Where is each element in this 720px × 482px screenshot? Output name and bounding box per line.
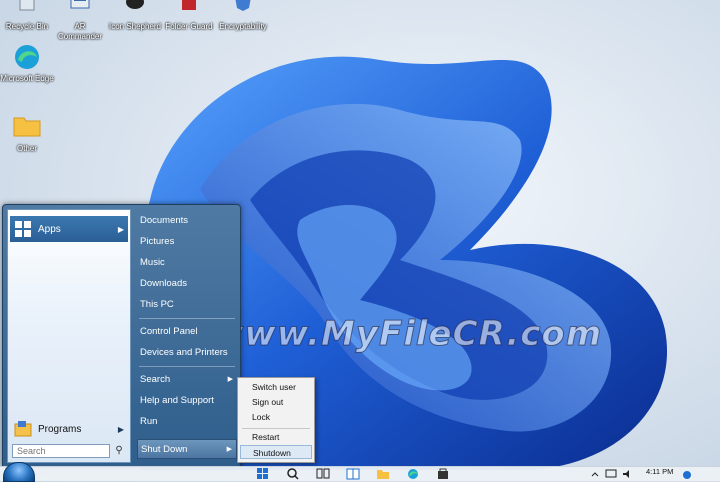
windows-tiles-icon xyxy=(14,220,32,238)
search-icon[interactable] xyxy=(286,468,300,480)
desktop-icon-ar-commander[interactable]: AR Commander xyxy=(53,0,107,42)
desktop-icon-folder-guard[interactable]: Folder Guard xyxy=(162,0,216,32)
menu-item-help-support[interactable]: Help and Support xyxy=(137,391,237,411)
menu-item-this-pc[interactable]: This PC xyxy=(137,295,237,315)
desktop-icon-label: AR Commander xyxy=(57,22,102,41)
monitor-icon[interactable] xyxy=(604,468,618,480)
menu-item-documents[interactable]: Documents xyxy=(137,211,237,231)
menu-item-music[interactable]: Music xyxy=(137,253,237,273)
desktop-icon-label: Microsoft Edge xyxy=(0,74,54,83)
recycle-bin-icon xyxy=(12,0,42,20)
chevron-right-icon: ▶ xyxy=(226,446,232,453)
start-menu-right-pane: Documents Pictures Music Downloads This … xyxy=(133,205,239,467)
speaker-icon[interactable] xyxy=(620,468,634,480)
task-view-icon[interactable] xyxy=(316,468,330,480)
submenu-shutdown[interactable]: Shutdown xyxy=(240,445,312,459)
folder-guard-icon xyxy=(174,0,204,20)
start-orb-button[interactable] xyxy=(3,462,35,482)
submenu-switch-user[interactable]: Switch user xyxy=(240,380,312,394)
desktop-icon-label: Encryptability xyxy=(219,22,267,31)
menu-item-search[interactable]: Search ▶ xyxy=(137,370,237,390)
store-icon[interactable] xyxy=(436,468,450,480)
menu-item-pictures[interactable]: Pictures xyxy=(137,232,237,252)
desktop-icon-encryptability[interactable]: Encryptability xyxy=(216,0,270,32)
desktop-icon-recycle-bin[interactable]: Recycle Bin xyxy=(0,0,54,32)
chevron-right-icon: ▶ xyxy=(117,224,124,234)
start-menu-left-pane: Apps ▶ Programs ▶ ⚲ xyxy=(7,209,131,463)
submenu-separator xyxy=(242,428,310,429)
windows-start-icon[interactable] xyxy=(256,468,270,480)
menu-item-run[interactable]: Run xyxy=(137,412,237,432)
desktop-icon-label: Icon Shepherd xyxy=(108,22,162,31)
ar-commander-icon xyxy=(65,0,95,20)
apps-button[interactable]: Apps ▶ xyxy=(10,216,128,242)
edge-icon xyxy=(12,42,42,72)
icon-shepherd-icon xyxy=(120,0,150,20)
folder-icon xyxy=(12,112,42,142)
shutdown-button[interactable]: Shut Down ▶ xyxy=(137,439,237,459)
shutdown-submenu: Switch user Sign out Lock Restart Shutdo… xyxy=(237,377,315,463)
menu-item-devices-printers[interactable]: Devices and Printers xyxy=(137,343,237,363)
chevron-right-icon: ▶ xyxy=(227,376,233,383)
menu-item-search-label: Search xyxy=(140,374,171,385)
programs-button[interactable]: Programs ▶ xyxy=(10,416,128,442)
menu-separator xyxy=(139,318,235,319)
start-menu: Apps ▶ Programs ▶ ⚲ Documents Pictures M… xyxy=(2,204,241,468)
taskbar-clock[interactable]: 4:11 PM xyxy=(646,467,673,476)
edge-icon[interactable] xyxy=(406,468,420,480)
submenu-lock[interactable]: Lock xyxy=(240,410,312,424)
search-icon[interactable]: ⚲ xyxy=(112,444,126,458)
file-explorer-icon[interactable] xyxy=(376,468,390,480)
submenu-restart[interactable]: Restart xyxy=(240,430,312,444)
menu-item-control-panel[interactable]: Control Panel xyxy=(137,322,237,342)
desktop-icon-microsoft-edge[interactable]: Microsoft Edge xyxy=(0,42,54,84)
menu-item-downloads[interactable]: Downloads xyxy=(137,274,237,294)
submenu-sign-out[interactable]: Sign out xyxy=(240,395,312,409)
desktop-icon-label: Folder Guard xyxy=(165,22,213,31)
widgets-icon[interactable] xyxy=(346,468,360,480)
desktop-icon-other-folder[interactable]: Other xyxy=(0,112,54,154)
start-search-input[interactable] xyxy=(12,444,110,458)
programs-icon xyxy=(14,420,32,438)
programs-label: Programs xyxy=(38,423,82,435)
desktop-icon-label: Recycle Bin xyxy=(5,22,49,31)
watermark: www.MyFileCR.com xyxy=(211,314,603,355)
desktop-icon-icon-shepherd[interactable]: Icon Shepherd xyxy=(108,0,162,32)
encryptability-icon xyxy=(228,0,258,20)
taskbar: 4:11 PM xyxy=(0,466,720,481)
chevron-up-icon[interactable] xyxy=(588,468,602,480)
shutdown-label: Shut Down xyxy=(141,444,188,455)
apps-label: Apps xyxy=(38,223,61,235)
menu-separator xyxy=(139,366,235,367)
notification-icon[interactable] xyxy=(680,468,694,480)
chevron-right-icon: ▶ xyxy=(117,424,124,434)
desktop-icon-label: Other xyxy=(16,144,37,153)
